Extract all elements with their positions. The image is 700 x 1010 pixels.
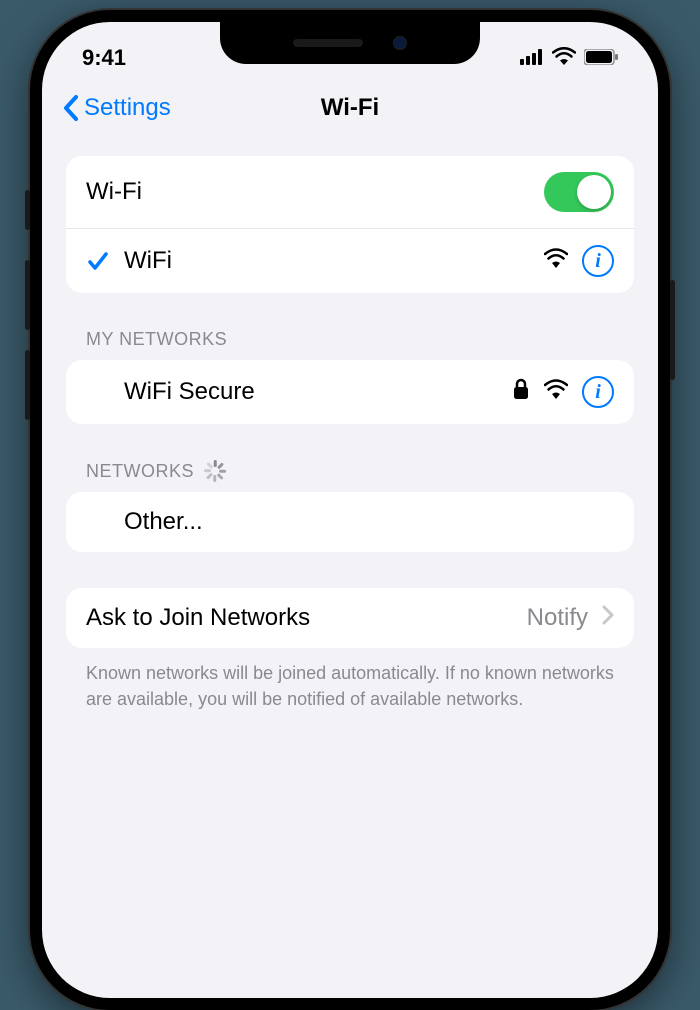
ask-to-join-row[interactable]: Ask to Join Networks Notify [66, 588, 634, 648]
volume-up-button [25, 260, 30, 330]
loading-spinner-icon [204, 460, 226, 482]
screen: 9:41 Settings Wi-Fi [42, 22, 658, 998]
networks-header-label: NETWORKS [86, 461, 194, 482]
chevron-right-icon [602, 604, 614, 632]
chevron-left-icon [62, 94, 80, 122]
cellular-icon [520, 45, 544, 71]
side-button [670, 280, 675, 380]
connected-network-row[interactable]: WiFi i [66, 228, 634, 293]
back-button[interactable]: Settings [62, 94, 171, 122]
other-network-label: Other... [124, 508, 614, 536]
wifi-toggle[interactable] [544, 172, 614, 212]
network-info-button[interactable]: i [582, 376, 614, 408]
connected-network-name: WiFi [124, 247, 544, 275]
wifi-icon [552, 45, 576, 71]
my-network-name: WiFi Secure [124, 378, 512, 406]
ask-to-join-value: Notify [527, 604, 588, 632]
ask-to-join-label: Ask to Join Networks [86, 604, 527, 632]
speaker [293, 39, 363, 47]
front-camera [393, 36, 407, 50]
back-label: Settings [84, 94, 171, 122]
notch [220, 22, 480, 64]
mute-switch [25, 190, 30, 230]
status-time: 9:41 [82, 45, 126, 71]
wifi-signal-icon [544, 247, 568, 275]
wifi-toggle-label: Wi-Fi [86, 178, 544, 206]
battery-icon [584, 45, 618, 71]
my-network-row[interactable]: WiFi Secure i [66, 360, 634, 424]
wifi-main-card: Wi-Fi WiFi [66, 156, 634, 293]
content: Wi-Fi WiFi [42, 136, 658, 768]
other-network-row[interactable]: Other... [66, 492, 634, 552]
my-networks-header: MY NETWORKS [66, 329, 634, 360]
page-title: Wi-Fi [321, 94, 379, 122]
wifi-toggle-row: Wi-Fi [66, 156, 634, 228]
wifi-signal-icon [544, 378, 568, 406]
volume-down-button [25, 350, 30, 420]
checkmark-icon [86, 249, 110, 273]
lock-icon [512, 378, 530, 407]
networks-header: NETWORKS [66, 460, 634, 492]
phone-frame: 9:41 Settings Wi-Fi [30, 10, 670, 1010]
network-info-button[interactable]: i [582, 245, 614, 277]
ask-to-join-footer: Known networks will be joined automatica… [66, 648, 634, 712]
